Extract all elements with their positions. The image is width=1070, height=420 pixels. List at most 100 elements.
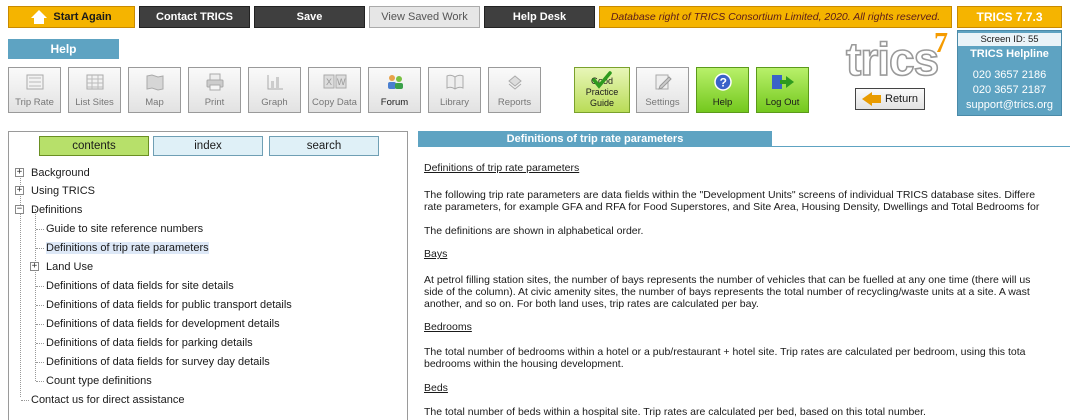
- collapse-icon[interactable]: −: [15, 205, 24, 214]
- tree-item-using-trics[interactable]: + Using TRICS: [15, 182, 95, 200]
- reports-button[interactable]: Reports: [488, 67, 541, 113]
- tab-search-label: search: [306, 140, 342, 152]
- help-icon: ?: [713, 73, 732, 91]
- good-practice-label-line2: Guide: [589, 98, 615, 108]
- bays-text-line-2: side of the column). At civic amenity si…: [424, 286, 1030, 298]
- log-out-button[interactable]: Log Out: [756, 67, 809, 113]
- tree-item-trip-rate-parameters[interactable]: Definitions of trip rate parameters: [46, 239, 209, 257]
- tree-guide-definitions: [35, 209, 36, 381]
- home-icon: [31, 10, 48, 24]
- print-icon: [206, 73, 223, 91]
- checkmark-icon: [592, 71, 612, 89]
- good-practice-guide-button[interactable]: Good Practice Guide: [574, 67, 630, 113]
- trics-logo-mark: 7: [934, 28, 948, 59]
- contact-trics-button[interactable]: Contact TRICS: [139, 6, 250, 28]
- forum-label: Forum: [380, 97, 409, 108]
- save-label: Save: [296, 11, 323, 23]
- helpline-phone-1: 020 3657 2186: [972, 69, 1047, 81]
- library-icon: [446, 74, 463, 90]
- bays-text-line-3: another, and so on. For both land uses, …: [424, 298, 759, 310]
- tree-connector: [36, 343, 44, 344]
- tree-connector: [36, 305, 44, 306]
- tree-item-label: Land Use: [46, 261, 94, 273]
- version-label: TRICS 7.7.3: [976, 10, 1043, 24]
- bedrooms-heading: Bedrooms: [424, 321, 472, 333]
- beds-text-line-1: The total number of beds within a hospit…: [424, 406, 926, 418]
- graph-button[interactable]: Graph: [248, 67, 301, 113]
- graph-label: Graph: [261, 97, 288, 108]
- tree-item-label: Definitions of trip rate parameters: [46, 242, 209, 254]
- trics-logo-text: trics: [845, 33, 940, 85]
- list-sites-icon: [86, 74, 103, 90]
- help-section-tab: Help: [8, 39, 119, 59]
- expand-icon[interactable]: +: [15, 168, 24, 177]
- beds-heading: Beds: [424, 382, 448, 394]
- top-bar: Start Again Contact TRICS Save View Save…: [0, 0, 1070, 30]
- svg-text:?: ?: [719, 76, 726, 90]
- list-sites-button[interactable]: List Sites: [68, 67, 121, 113]
- tab-index-label: index: [194, 140, 222, 152]
- tree-connector: [36, 362, 44, 363]
- expand-icon[interactable]: +: [30, 262, 39, 271]
- tree-connector: [21, 400, 29, 401]
- tree-item-background[interactable]: + Background: [15, 164, 90, 182]
- tree-connector: [36, 248, 44, 249]
- map-button[interactable]: Map: [128, 67, 181, 113]
- graph-icon: [267, 75, 283, 90]
- map-label: Map: [145, 97, 164, 108]
- tree-item-label: Definitions of data fields for site deta…: [46, 280, 234, 292]
- return-label: Return: [885, 93, 919, 105]
- bays-text-line-1: At petrol filling station sites, the num…: [424, 274, 1031, 286]
- helpline-box: Screen ID: 55 TRICS Helpline 020 3657 21…: [957, 30, 1062, 116]
- trip-rate-label: Trip Rate: [15, 97, 54, 108]
- return-button[interactable]: Return: [855, 88, 925, 110]
- expand-icon[interactable]: +: [15, 186, 24, 195]
- trip-rate-button[interactable]: Trip Rate: [8, 67, 61, 113]
- view-saved-work-button[interactable]: View Saved Work: [369, 6, 480, 28]
- return-arrow-icon: [862, 92, 881, 106]
- tab-contents[interactable]: contents: [39, 136, 149, 156]
- content-heading: Definitions of trip rate parameters: [424, 162, 580, 174]
- library-button[interactable]: Library: [428, 67, 481, 113]
- tree-item-count-type-definitions[interactable]: Count type definitions: [46, 372, 152, 390]
- tree-item-definitions[interactable]: − Definitions: [15, 201, 82, 219]
- help-desk-button[interactable]: Help Desk: [484, 6, 595, 28]
- copy-data-button[interactable]: XW Copy Data: [308, 67, 361, 113]
- help-desk-label: Help Desk: [512, 11, 567, 23]
- reports-icon: [507, 75, 522, 90]
- tree-connector: [36, 324, 44, 325]
- tree-connector: [36, 229, 44, 230]
- forum-button[interactable]: Forum: [368, 67, 421, 113]
- tree-item-land-use[interactable]: + Land Use: [30, 258, 93, 276]
- help-section-label: Help: [50, 42, 77, 56]
- tree-connector: [36, 286, 44, 287]
- screen-id: Screen ID: 55: [958, 33, 1061, 46]
- tab-index[interactable]: index: [153, 136, 263, 156]
- tree-item-survey-day-details[interactable]: Definitions of data fields for survey da…: [46, 353, 270, 371]
- save-button[interactable]: Save: [254, 6, 365, 28]
- tree-item-development-details[interactable]: Definitions of data fields for developme…: [46, 315, 280, 333]
- title-underline: [772, 146, 1070, 147]
- version-badge: TRICS 7.7.3: [957, 6, 1062, 28]
- log-out-label: Log Out: [765, 97, 800, 108]
- helpline-title: TRICS Helpline: [970, 48, 1049, 60]
- start-again-button[interactable]: Start Again: [8, 6, 135, 28]
- tree-item-parking-details[interactable]: Definitions of data fields for parking d…: [46, 334, 253, 352]
- tree-item-label: Definitions: [31, 204, 83, 216]
- tree-item-contact-assistance[interactable]: Contact us for direct assistance: [31, 391, 184, 409]
- print-button[interactable]: Print: [188, 67, 241, 113]
- tab-search[interactable]: search: [269, 136, 379, 156]
- view-saved-work-label: View Saved Work: [381, 11, 468, 23]
- trics-logo: trics 7: [842, 28, 952, 85]
- reports-label: Reports: [497, 97, 532, 108]
- tree-item-site-details[interactable]: Definitions of data fields for site deta…: [46, 277, 234, 295]
- print-label: Print: [204, 97, 225, 108]
- library-label: Library: [439, 97, 470, 108]
- help-button[interactable]: ? Help: [696, 67, 749, 113]
- helpline-email[interactable]: support@trics.org: [958, 99, 1061, 111]
- tree-item-site-reference-numbers[interactable]: Guide to site reference numbers: [46, 220, 203, 238]
- list-sites-label: List Sites: [75, 97, 114, 108]
- tree-item-public-transport-details[interactable]: Definitions of data fields for public tr…: [46, 296, 292, 314]
- settings-button[interactable]: Settings: [636, 67, 689, 113]
- svg-text:X: X: [326, 77, 332, 87]
